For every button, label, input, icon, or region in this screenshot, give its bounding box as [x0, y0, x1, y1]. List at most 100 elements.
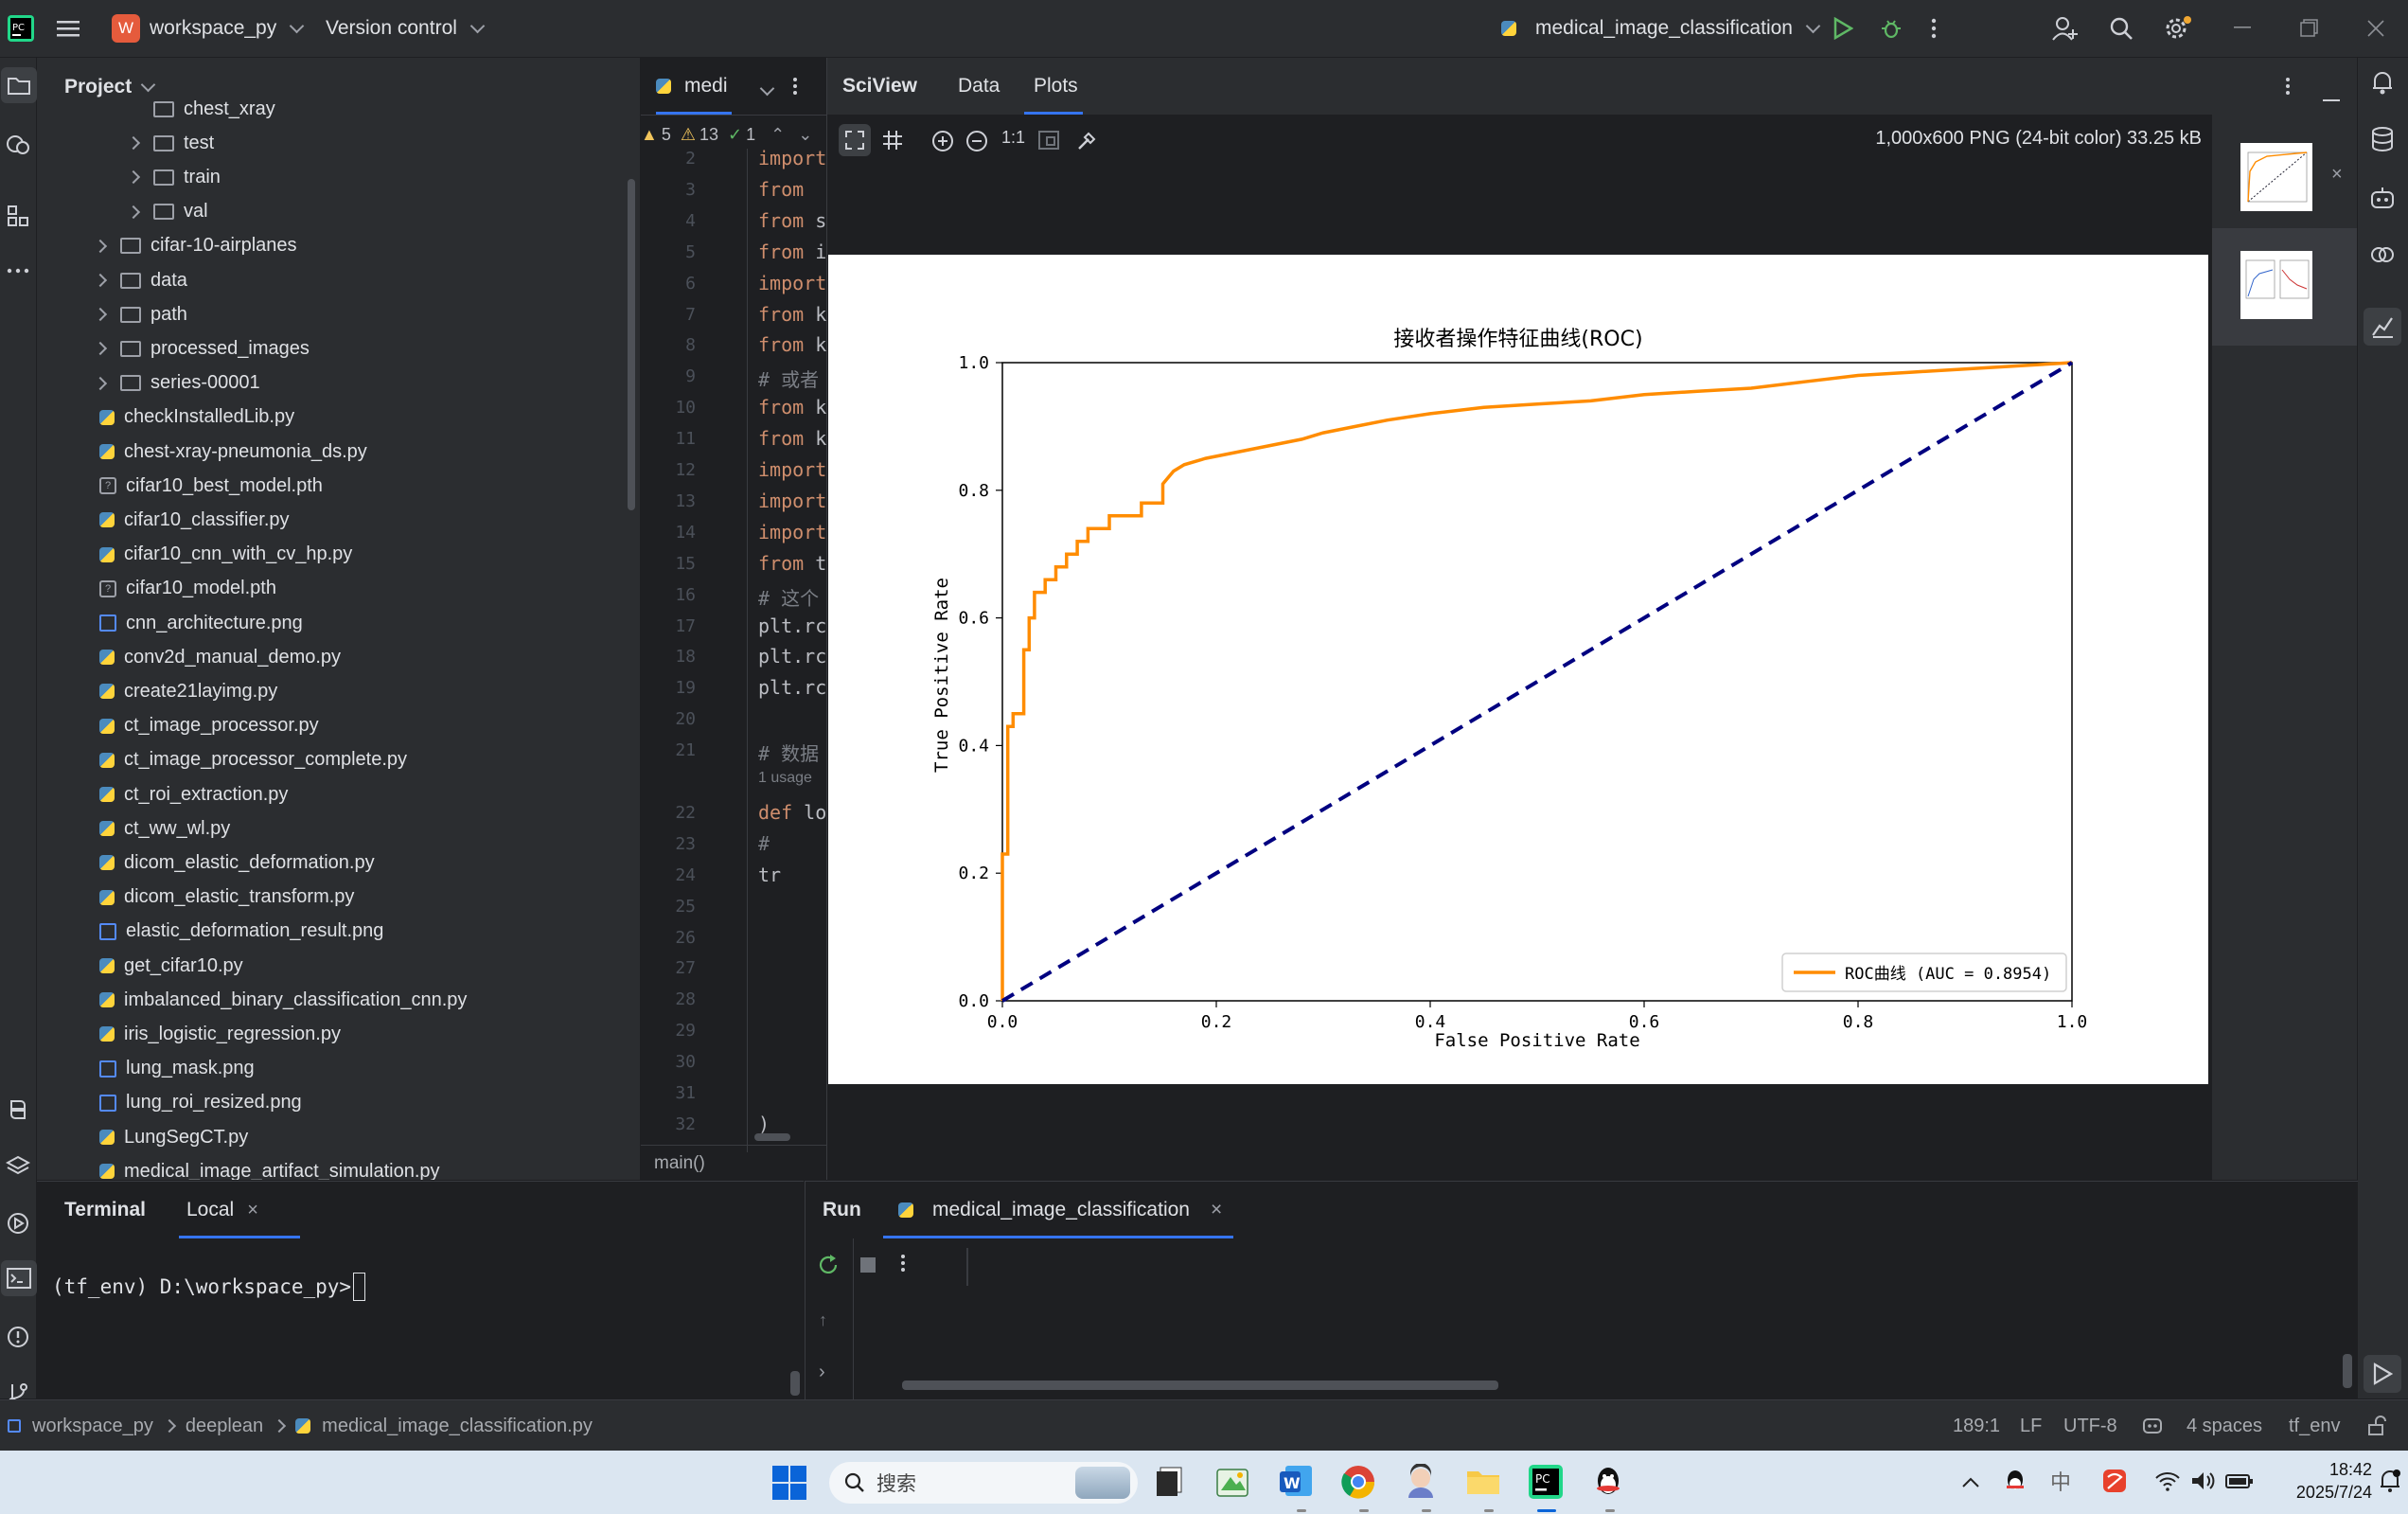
code-line[interactable]: from k — [758, 303, 826, 326]
code-line[interactable]: from — [758, 178, 804, 201]
notification-center-icon[interactable] — [2378, 1468, 2402, 1500]
task-view-icon[interactable] — [1153, 1464, 1187, 1505]
code-line[interactable]: from k — [758, 396, 826, 419]
tree-file[interactable]: cnn_architecture.png — [75, 606, 303, 640]
code-area[interactable]: 2 import 3 from 4 from s 5 from i 6 import 7 from k… — [641, 147, 826, 1152]
editor-more-icon[interactable] — [792, 77, 798, 101]
thumbnail-roc-plot[interactable] — [2240, 143, 2312, 211]
layers-icon[interactable] — [0, 1149, 36, 1184]
tabs-dropdown-icon[interactable] — [756, 77, 775, 99]
chevron-right-icon[interactable] — [126, 170, 153, 185]
terminal-icon[interactable] — [1, 1260, 37, 1296]
code-line[interactable]: tr — [758, 864, 781, 886]
show-hidden-icons-chevron[interactable] — [1961, 1471, 1980, 1494]
editor-tab[interactable]: medi — [656, 58, 728, 115]
tree-folder[interactable]: chest_xray — [129, 99, 275, 126]
tab-data[interactable]: Data — [958, 58, 1000, 115]
tree-scrollbar[interactable] — [628, 179, 635, 510]
tree-file[interactable]: dicom_elastic_deformation.py — [75, 846, 375, 880]
minimize-window-icon[interactable] — [2234, 0, 2253, 57]
fit-to-window-icon[interactable] — [839, 124, 871, 156]
file-explorer-icon[interactable] — [1465, 1464, 1501, 1505]
ai-status-icon[interactable] — [2141, 1414, 2164, 1442]
run-config-selector[interactable]: medical_image_classification — [1501, 0, 1821, 57]
tree-file[interactable]: iris_logistic_regression.py — [75, 1017, 341, 1051]
tree-file[interactable]: ? cifar10_best_model.pth — [75, 469, 323, 503]
tree-folder[interactable]: cifar-10-airplanes — [93, 229, 297, 263]
crumb-file[interactable]: medical_image_classification.py — [322, 1416, 593, 1437]
actual-size-button[interactable]: 1:1 — [1001, 128, 1025, 148]
wifi-icon[interactable] — [2154, 1469, 2181, 1498]
code-line[interactable]: from t — [758, 552, 826, 575]
color-picker-icon[interactable] — [1075, 130, 1098, 158]
crumb-folder[interactable]: deeplean — [186, 1416, 263, 1437]
code-line[interactable]: import — [758, 272, 826, 294]
tree-folder[interactable]: train — [126, 160, 221, 194]
ai-assistant-icon[interactable] — [2369, 185, 2396, 217]
navigation-bar[interactable]: workspace_py deeplean medical_image_clas… — [8, 1400, 593, 1452]
plot-image[interactable]: 接收者操作特征曲线(ROC) 0.0 0.2 0.4 0.6 0.8 1.0 0.0 0.2 0… — [828, 255, 2208, 1084]
tree-folder[interactable]: path — [93, 297, 187, 331]
show-background-icon[interactable] — [1037, 130, 1060, 156]
terminal-output[interactable]: (tf_env) D:\workspace_py> — [52, 1273, 366, 1301]
python-console-icon[interactable] — [0, 1092, 36, 1128]
tree-file[interactable]: create21layimg.py — [75, 674, 277, 708]
terminal-scrollbar[interactable] — [790, 1371, 800, 1396]
tree-folder[interactable]: series-00001 — [93, 366, 260, 401]
tree-file[interactable]: dicom_elastic_transform.py — [75, 881, 354, 915]
file-encoding[interactable]: UTF-8 — [2063, 1400, 2117, 1452]
search-icon[interactable] — [2109, 0, 2134, 57]
code-line[interactable]: from k — [758, 427, 826, 450]
tree-file[interactable]: LungSegCT.py — [75, 1120, 248, 1154]
chevron-right-icon[interactable] — [93, 308, 120, 322]
settings-gear-icon[interactable] — [2164, 0, 2192, 57]
thumbnail-plot-2[interactable] — [2240, 251, 2312, 319]
scroll-up-icon[interactable]: ↑ — [819, 1310, 827, 1330]
tree-file[interactable]: medical_image_artifact_simulation.py — [75, 1154, 440, 1180]
tree-file[interactable]: chest-xray-pneumonia_ds.py — [75, 435, 367, 469]
run-tool-icon[interactable] — [2364, 1355, 2401, 1393]
tree-file[interactable]: lung_roi_resized.png — [75, 1086, 302, 1120]
chevron-right-icon[interactable] — [93, 273, 120, 288]
pycharm-logo-icon[interactable]: PC — [8, 0, 34, 57]
caret-position[interactable]: 189:1 — [1953, 1400, 2000, 1452]
avatar-app-icon[interactable] — [1403, 1463, 1439, 1505]
qq-app-icon[interactable] — [1590, 1464, 1626, 1505]
close-window-icon[interactable] — [2366, 0, 2385, 57]
indent-setting[interactable]: 4 spaces — [2187, 1400, 2262, 1452]
lock-icon[interactable] — [2366, 1416, 2387, 1442]
wps-tray-icon[interactable] — [2101, 1468, 2128, 1500]
run-button[interactable] — [1833, 0, 1853, 57]
tree-file[interactable]: elastic_deformation_result.png — [75, 915, 383, 949]
notifications-bell-icon[interactable] — [2369, 69, 2396, 101]
code-line[interactable]: plt.rc — [758, 676, 826, 699]
code-line[interactable]: plt.rc — [758, 645, 826, 668]
hide-panel-icon[interactable] — [2323, 85, 2342, 108]
run-h-scrollbar[interactable] — [902, 1380, 1498, 1390]
python-interpreter[interactable]: tf_env — [2289, 1400, 2340, 1452]
main-menu-icon[interactable] — [57, 0, 80, 57]
sciview-chart-icon[interactable] — [2364, 308, 2401, 346]
line-separator[interactable]: LF — [2020, 1400, 2042, 1452]
crumb-project[interactable]: workspace_py — [32, 1416, 153, 1437]
close-tab-icon[interactable]: × — [247, 1200, 258, 1221]
tree-file[interactable]: ct_ww_wl.py — [75, 811, 230, 846]
more-actions-icon[interactable] — [1931, 0, 1937, 57]
paint-app-icon[interactable] — [1215, 1464, 1249, 1505]
tree-folder[interactable]: processed_images — [93, 331, 310, 365]
pycharm-taskbar-icon[interactable]: PC — [1528, 1464, 1564, 1505]
version-control-menu[interactable]: Version control — [326, 0, 486, 57]
tree-file[interactable]: cifar10_cnn_with_cv_hp.py — [75, 538, 352, 572]
chrome-app-icon[interactable] — [1340, 1464, 1376, 1505]
copilot-icon[interactable] — [2369, 241, 2396, 274]
code-line[interactable]: # 这个 — [758, 583, 819, 611]
run-more-icon[interactable] — [900, 1254, 906, 1278]
prev-highlight-icon[interactable]: ⌃ — [770, 125, 785, 145]
code-line[interactable]: # 或者 — [758, 365, 819, 392]
code-line[interactable]: import — [758, 458, 826, 481]
close-thumbnail-icon[interactable]: × — [2331, 164, 2343, 186]
project-folder-icon[interactable] — [1, 67, 37, 103]
problems-icon[interactable] — [0, 1319, 36, 1355]
code-line[interactable]: from i — [758, 240, 826, 263]
qq-tray-icon[interactable] — [2003, 1468, 2027, 1500]
